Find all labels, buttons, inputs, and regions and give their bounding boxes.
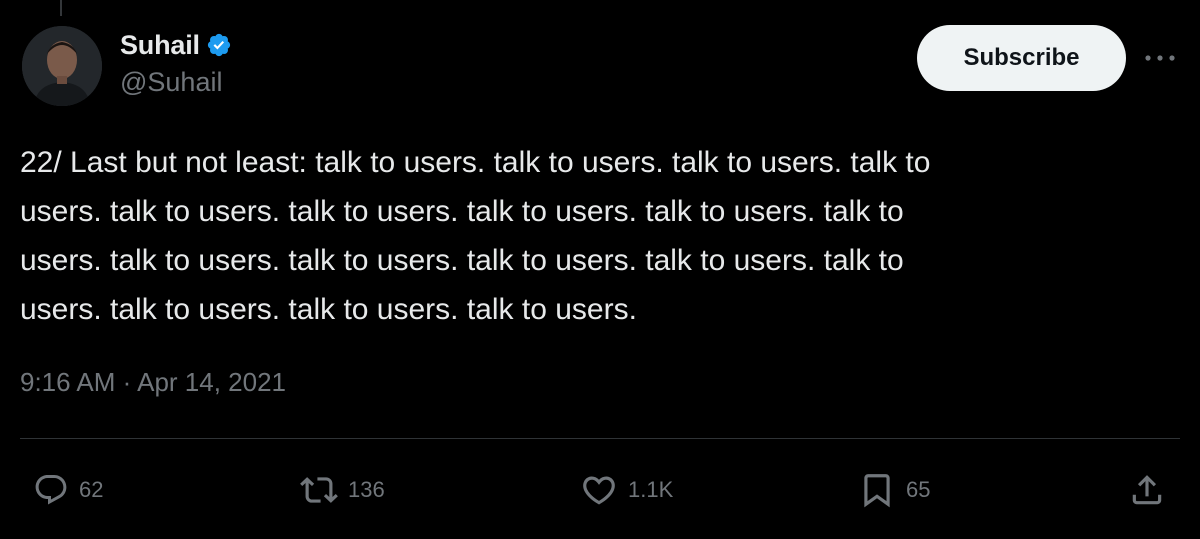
bookmark-count: 65 [906,477,931,502]
display-name[interactable]: Suhail [120,30,200,61]
share-icon [1128,471,1166,509]
tweet-time[interactable]: 9:16 AM [20,367,115,397]
share-button[interactable] [1128,470,1166,510]
handle[interactable]: @Suhail [120,67,232,98]
repost-count: 136 [348,477,385,502]
reply-button[interactable]: 62 [33,470,103,510]
tweet-timestamp[interactable]: 9:16 AM · Apr 14, 2021 [20,367,286,398]
tweet-text: 22/ Last but not least: talk to users. t… [20,146,931,326]
avatar-image [22,26,102,106]
verified-badge-icon[interactable] [206,32,232,58]
divider [20,438,1180,439]
repost-button[interactable]: 136 [300,470,385,510]
repost-icon [300,471,338,509]
tweet-date[interactable]: Apr 14, 2021 [137,367,286,397]
heart-icon [580,471,618,509]
avatar[interactable] [22,26,102,106]
subscribe-button[interactable]: Subscribe [917,25,1126,91]
author-block: Suhail @Suhail [120,28,232,98]
bookmark-button[interactable]: 65 [858,470,930,510]
thread-connector-line [60,0,62,16]
like-button[interactable]: 1.1K [580,470,673,510]
reply-icon [33,472,69,508]
timestamp-separator: · [122,367,132,397]
name-row: Suhail [120,28,232,62]
more-icon[interactable] [1142,44,1178,72]
like-count: 1.1K [628,477,674,502]
bookmark-icon [858,471,896,509]
reply-count: 62 [79,477,104,502]
